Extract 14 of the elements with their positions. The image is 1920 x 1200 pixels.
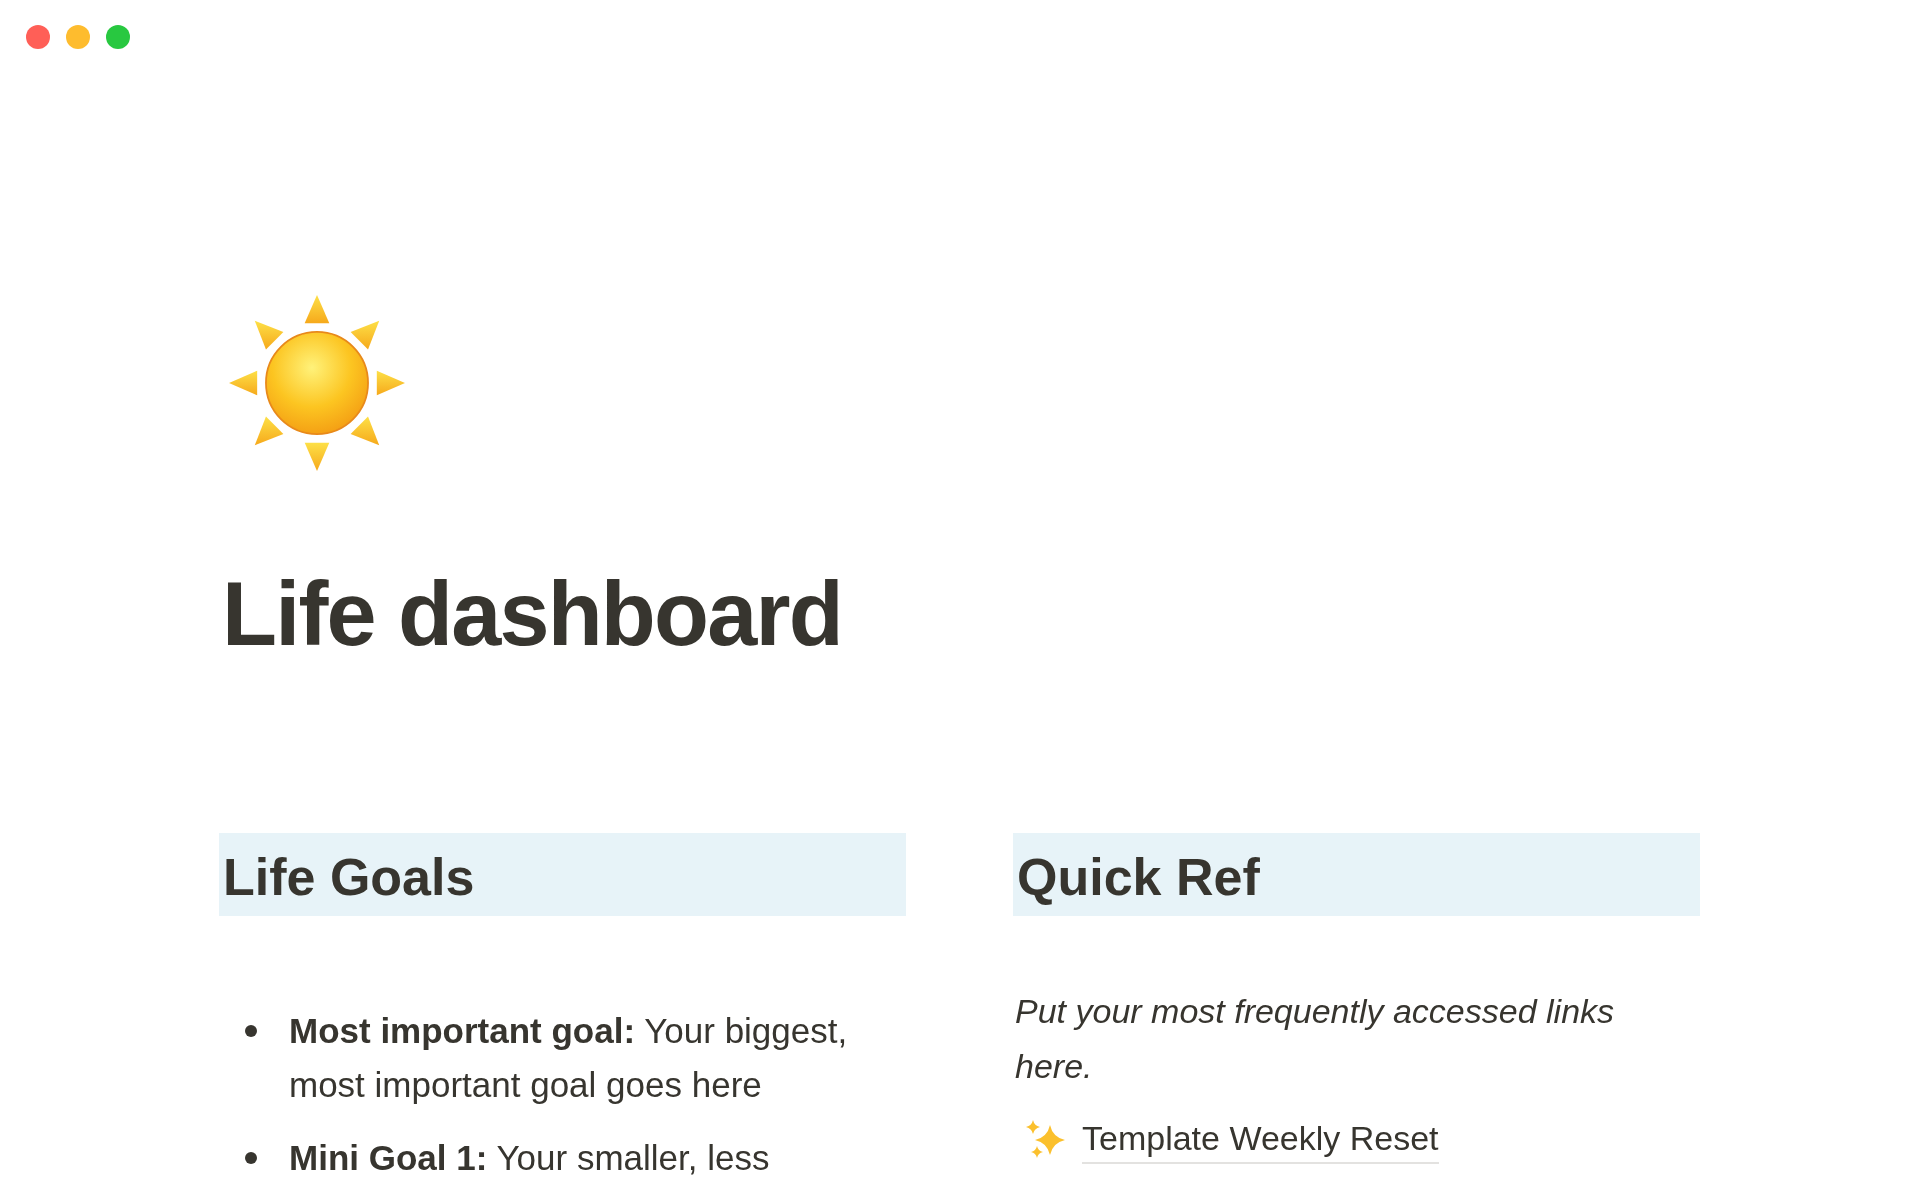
quick-ref-note: Put your most frequently accessed links here. bbox=[1014, 991, 1616, 1087]
page-title: Life dashboard bbox=[222, 563, 843, 666]
sun-icon bbox=[229, 295, 405, 471]
bullet-icon bbox=[245, 1152, 257, 1164]
section-heading: Life Goals bbox=[219, 833, 906, 916]
page-link[interactable]: Template Weekly Reset bbox=[1082, 1114, 1439, 1164]
close-icon[interactable] bbox=[26, 25, 50, 49]
goal-text: Mini Goal 1: Your smaller, less bbox=[289, 1137, 771, 1179]
minimize-icon[interactable] bbox=[66, 25, 90, 49]
section-heading: Quick Ref bbox=[1013, 833, 1700, 916]
sparkles-icon bbox=[1025, 1119, 1065, 1159]
bullet-icon bbox=[245, 1025, 257, 1037]
maximize-icon[interactable] bbox=[106, 25, 130, 49]
goal-text: Most important goal: Your biggest, most important goal goes here bbox=[289, 1010, 849, 1106]
